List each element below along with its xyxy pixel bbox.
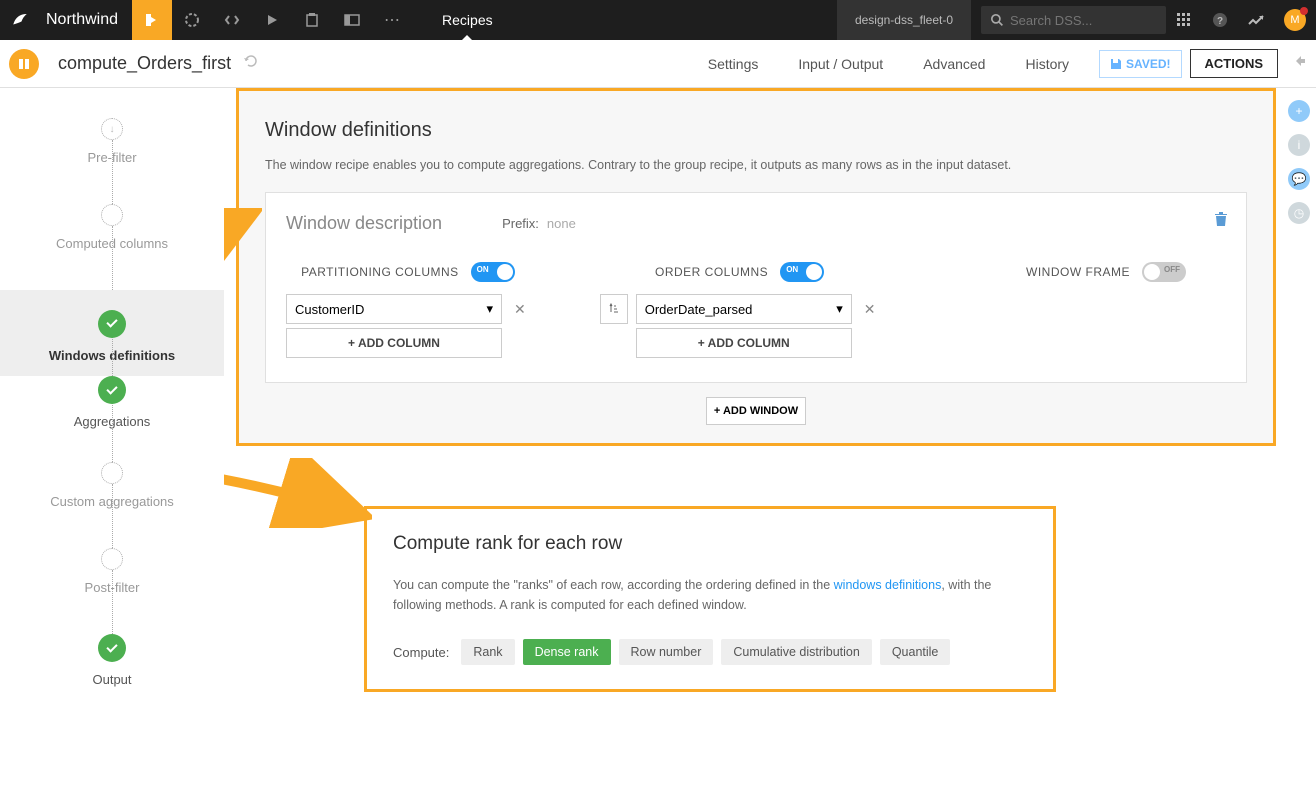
step-prefilter[interactable]: ↓ Pre-filter: [0, 118, 224, 204]
option-dense-rank[interactable]: Dense rank: [523, 639, 611, 665]
windows-definitions-link[interactable]: windows definitions: [834, 578, 942, 592]
step-aggregations[interactable]: Aggregations: [0, 376, 224, 462]
partitioning-toggle[interactable]: ON: [471, 262, 515, 282]
apps-icon[interactable]: [1166, 13, 1202, 27]
saved-indicator: SAVED!: [1099, 50, 1181, 78]
save-icon: [1110, 58, 1122, 70]
partitioning-section: PARTITIONING COLUMNS ON CustomerID▾ ✕ + …: [286, 262, 530, 362]
check-icon: [106, 383, 117, 394]
partitioning-label: PARTITIONING COLUMNS: [301, 265, 459, 279]
window-description-title: Window description: [286, 213, 442, 234]
more-icon[interactable]: ⋯: [372, 0, 412, 40]
option-cumulative-distribution[interactable]: Cumulative distribution: [721, 639, 871, 665]
window-frame-label: WINDOW FRAME: [1026, 265, 1130, 279]
tab-input-output[interactable]: Input / Output: [778, 56, 903, 72]
add-order-column-button[interactable]: + ADD COLUMN: [636, 328, 852, 358]
actions-button[interactable]: ACTIONS: [1190, 49, 1279, 78]
option-row-number[interactable]: Row number: [619, 639, 714, 665]
circle-icon[interactable]: [172, 0, 212, 40]
svg-text:?: ?: [1217, 16, 1223, 27]
order-section: ORDER COLUMNS ON OrderDate_parsed▾ ✕ + A…: [600, 262, 880, 362]
clipboard-icon[interactable]: [292, 0, 332, 40]
window-card: Window description Prefix: none PARTITIO…: [265, 192, 1247, 383]
user-avatar[interactable]: M: [1284, 9, 1306, 31]
top-bar: Northwind ⋯ Recipes design-dss_fleet-0 ?…: [0, 0, 1316, 40]
add-window-button[interactable]: + ADD WINDOW: [706, 397, 806, 425]
prefix-label: Prefix:: [502, 216, 539, 231]
refresh-icon[interactable]: [243, 53, 259, 74]
rail-history-icon[interactable]: ◷: [1288, 202, 1310, 224]
tab-settings[interactable]: Settings: [688, 56, 779, 72]
compute-label: Compute:: [393, 645, 449, 660]
step-output[interactable]: Output: [0, 634, 224, 720]
window-definitions-desc: The window recipe enables you to compute…: [265, 158, 1247, 172]
code-icon[interactable]: [212, 0, 252, 40]
content-area: Window definitions The window recipe ena…: [224, 88, 1316, 786]
order-toggle[interactable]: ON: [780, 262, 824, 282]
delete-window-icon[interactable]: [1214, 211, 1228, 232]
remove-partition-column[interactable]: ✕: [510, 301, 530, 318]
step-postfilter[interactable]: Post-filter: [0, 548, 224, 634]
window-definitions-panel: Window definitions The window recipe ena…: [236, 88, 1276, 446]
collapse-icon[interactable]: [1292, 54, 1306, 73]
window-definitions-title: Window definitions: [265, 119, 1247, 142]
compute-options-row: Compute: Rank Dense rank Row number Cumu…: [393, 639, 1027, 665]
rail-add-icon[interactable]: +: [1288, 100, 1310, 122]
tab-advanced[interactable]: Advanced: [903, 56, 1005, 72]
sort-direction-button[interactable]: [600, 294, 628, 324]
annotation-arrow-2: [224, 458, 372, 528]
step-windows-definitions[interactable]: Windows definitions: [0, 290, 224, 376]
step-computed-columns[interactable]: Computed columns: [0, 204, 224, 290]
app-logo[interactable]: [0, 0, 40, 40]
compute-rank-panel: Compute rank for each row You can comput…: [364, 506, 1056, 692]
partition-column-select[interactable]: CustomerID▾: [286, 294, 502, 324]
window-frame-section: WINDOW FRAME OFF: [1026, 262, 1186, 362]
order-label: ORDER COLUMNS: [655, 265, 768, 279]
chevron-down-icon: ▾: [836, 301, 843, 317]
search-icon: [991, 14, 1004, 27]
global-search[interactable]: [981, 6, 1166, 34]
global-search-input[interactable]: [1010, 13, 1140, 28]
recipe-title: compute_Orders_first: [58, 53, 231, 74]
chevron-down-icon: ▾: [486, 301, 493, 317]
check-icon: [106, 641, 117, 652]
step-custom-aggregations[interactable]: Custom aggregations: [0, 462, 224, 548]
recipe-header: compute_Orders_first Settings Input / Ou…: [0, 40, 1316, 88]
right-rail: + i 💬 ◷: [1288, 100, 1310, 224]
add-partition-column-button[interactable]: + ADD COLUMN: [286, 328, 502, 358]
play-icon[interactable]: [252, 0, 292, 40]
instance-label[interactable]: design-dss_fleet-0: [837, 0, 971, 40]
project-name[interactable]: Northwind: [40, 11, 132, 29]
main-area: ↓ Pre-filter Computed columns Windows de…: [0, 88, 1316, 786]
rail-chat-icon[interactable]: 💬: [1288, 168, 1310, 190]
remove-order-column[interactable]: ✕: [860, 301, 880, 318]
help-icon[interactable]: ?: [1202, 12, 1238, 28]
breadcrumb-recipes[interactable]: Recipes: [442, 12, 493, 28]
tab-history[interactable]: History: [1005, 56, 1089, 72]
window-frame-toggle[interactable]: OFF: [1142, 262, 1186, 282]
check-icon: [106, 316, 117, 327]
compute-rank-desc: You can compute the "ranks" of each row,…: [393, 575, 1027, 615]
order-column-select[interactable]: OrderDate_parsed▾: [636, 294, 852, 324]
compute-rank-title: Compute rank for each row: [393, 533, 1027, 555]
flow-icon[interactable]: [132, 0, 172, 40]
sort-asc-icon: [608, 303, 620, 315]
recipe-type-icon: [9, 49, 39, 79]
option-rank[interactable]: Rank: [461, 639, 514, 665]
rail-info-icon[interactable]: i: [1288, 134, 1310, 156]
prefix-value[interactable]: none: [547, 216, 576, 231]
option-quantile[interactable]: Quantile: [880, 639, 951, 665]
steps-sidebar: ↓ Pre-filter Computed columns Windows de…: [0, 88, 224, 786]
down-arrow-icon: ↓: [110, 124, 115, 135]
activity-icon[interactable]: [1238, 14, 1274, 26]
panel-icon[interactable]: [332, 0, 372, 40]
